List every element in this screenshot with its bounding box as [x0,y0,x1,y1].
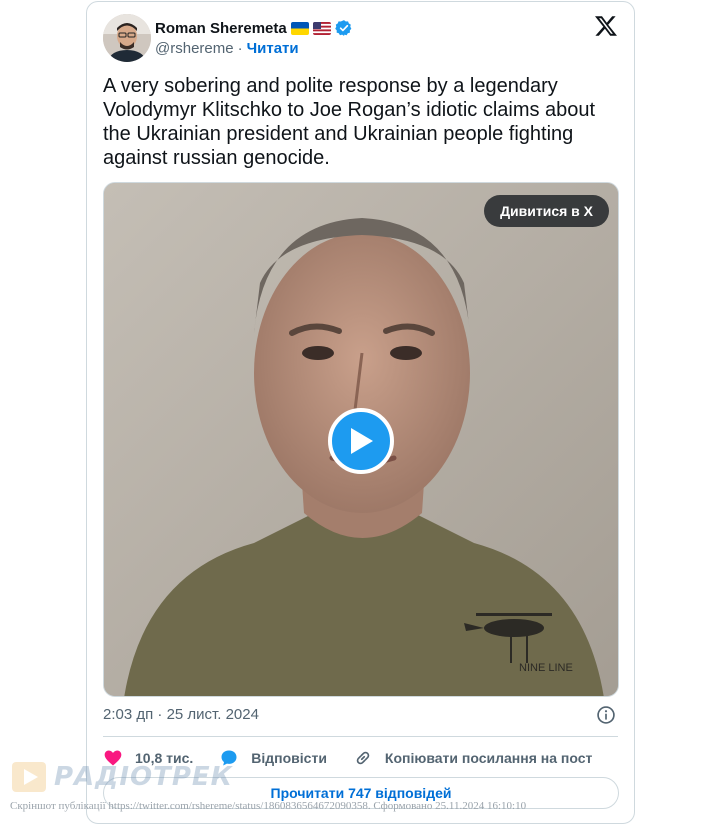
timestamp[interactable]: 2:03 дп · 25 лист. 2024 [103,706,259,723]
follow-link[interactable]: Читати [247,40,299,57]
video-player[interactable]: NINE LINE Дивитися в X [103,182,619,697]
author-handle[interactable]: @rshereme [155,40,234,57]
divider [103,736,618,737]
shirt-print-text: NINE LINE [519,662,573,674]
tweet-text: A very sobering and polite response by a… [103,75,596,169]
usa-flag-icon [312,21,331,35]
handle-row: @rshereme · Читати [155,40,299,57]
radiotrek-logo-icon [12,762,46,792]
verified-badge-icon [334,20,352,36]
avatar-image [103,14,151,62]
info-icon[interactable] [596,705,616,725]
author-name[interactable]: Roman Sheremeta [155,20,287,37]
handle-separator: · [237,40,243,57]
watch-on-x-button[interactable]: Дивитися в X [484,195,609,227]
author-row: Roman Sheremeta [155,18,353,38]
watermark-logo: РАДІОТРЕК [10,760,233,794]
copy-link-button[interactable]: Копіювати посилання на пост [353,748,592,768]
reply-label: Відповісти [251,750,327,766]
ukraine-flag-icon [290,21,309,35]
watermark-caption: Скріншот публікації https://twitter.com/… [10,800,527,812]
link-icon [356,751,370,765]
avatar[interactable] [103,14,151,62]
play-icon [351,428,373,454]
play-button[interactable] [328,408,394,474]
reply-button[interactable]: Відповісти [219,748,327,768]
watermark-logo-text: РАДІОТРЕК [54,762,233,792]
x-logo-icon[interactable] [594,14,618,38]
copy-link-label: Копіювати посилання на пост [384,750,593,766]
tweet-card: Roman Sheremeta @rshereme · Читати A ver… [86,1,635,824]
